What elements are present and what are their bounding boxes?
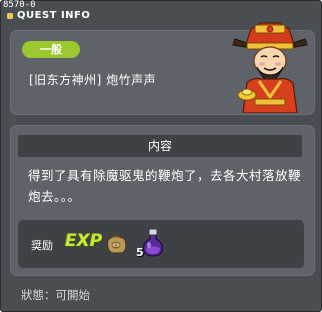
quest-status: 狀態：可開始 (21, 287, 90, 303)
god-of-wealth-npc-icon (232, 22, 308, 113)
meso-bag-icon[interactable]: $ (102, 228, 130, 256)
window-title[interactable]: QUEST INFO (17, 10, 90, 21)
content-header: 内容 (18, 135, 302, 157)
status-value: 可開始 (55, 288, 91, 302)
potion-quantity: 5 (136, 246, 144, 259)
quest-description: 得到了具有除魔驱鬼的鞭炮了，去各大村落放鞭炮去。。。 (28, 168, 302, 204)
status-label: 狀態： (21, 288, 56, 302)
exp-icon: EXP (65, 231, 103, 251)
reward-label: 奨励 (31, 239, 53, 252)
quest-type-badge: 一般 (22, 41, 80, 58)
quest-name: [旧东方神州] 炮竹声声 (29, 73, 157, 87)
quest-id-label: 8570-0 (3, 0, 36, 10)
quest-info-window: 8570-0 QUEST INFO 一般 [旧东方神州] 炮竹声声 内容 得到了… (0, 0, 322, 312)
title-marker-icon (7, 13, 13, 19)
svg-text:$: $ (114, 243, 118, 250)
